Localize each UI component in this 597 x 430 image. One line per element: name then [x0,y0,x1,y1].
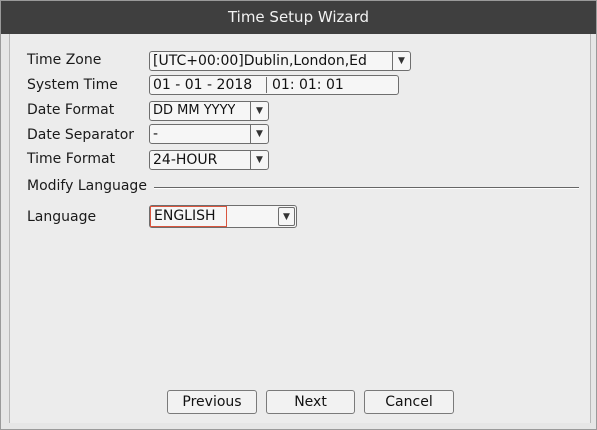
date-format-label: Date Format [27,102,115,118]
section-divider-highlight [154,188,579,189]
time-zone-label: Time Zone [27,52,102,68]
time-setup-wizard-window: Time Setup Wizard Time Zone [UTC+00:00]D… [0,0,597,430]
language-label: Language [27,209,97,225]
date-separator-select[interactable]: - ▼ [149,124,269,144]
next-button[interactable]: Next [266,390,355,414]
chevron-down-icon[interactable]: ▼ [278,207,295,226]
system-time-clock[interactable]: 01: 01: 01 [272,76,344,94]
time-zone-value: [UTC+00:00]Dublin,London,Ed [153,53,367,69]
date-separator-label: Date Separator [27,127,135,143]
system-time-date[interactable]: 01 - 01 - 2018 [153,76,252,94]
cancel-button[interactable]: Cancel [364,390,454,414]
date-format-value: DD MM YYYY [153,103,236,118]
chevron-down-icon[interactable]: ▼ [392,52,410,70]
modify-language-heading: Modify Language [27,178,147,194]
system-time-label: System Time [27,77,118,93]
date-format-select[interactable]: DD MM YYYY ▼ [149,101,269,121]
chevron-down-icon[interactable]: ▼ [250,102,268,120]
wizard-content: Time Zone [UTC+00:00]Dublin,London,Ed ▼ … [9,34,591,423]
time-format-label: Time Format [27,151,116,167]
time-divider [266,77,267,93]
system-time-field[interactable]: 01 - 01 - 2018 01: 01: 01 [149,75,399,95]
language-value: ENGLISH [154,208,216,224]
date-separator-value: - [153,126,159,142]
window-title: Time Setup Wizard [1,1,596,34]
chevron-down-icon[interactable]: ▼ [250,125,268,143]
chevron-down-icon[interactable]: ▼ [250,151,268,169]
language-select[interactable]: ENGLISH ▼ [149,205,297,228]
previous-button[interactable]: Previous [167,390,257,414]
time-zone-select[interactable]: [UTC+00:00]Dublin,London,Ed ▼ [149,51,411,71]
time-format-select[interactable]: 24-HOUR ▼ [149,150,269,170]
time-format-value: 24-HOUR [153,152,218,168]
